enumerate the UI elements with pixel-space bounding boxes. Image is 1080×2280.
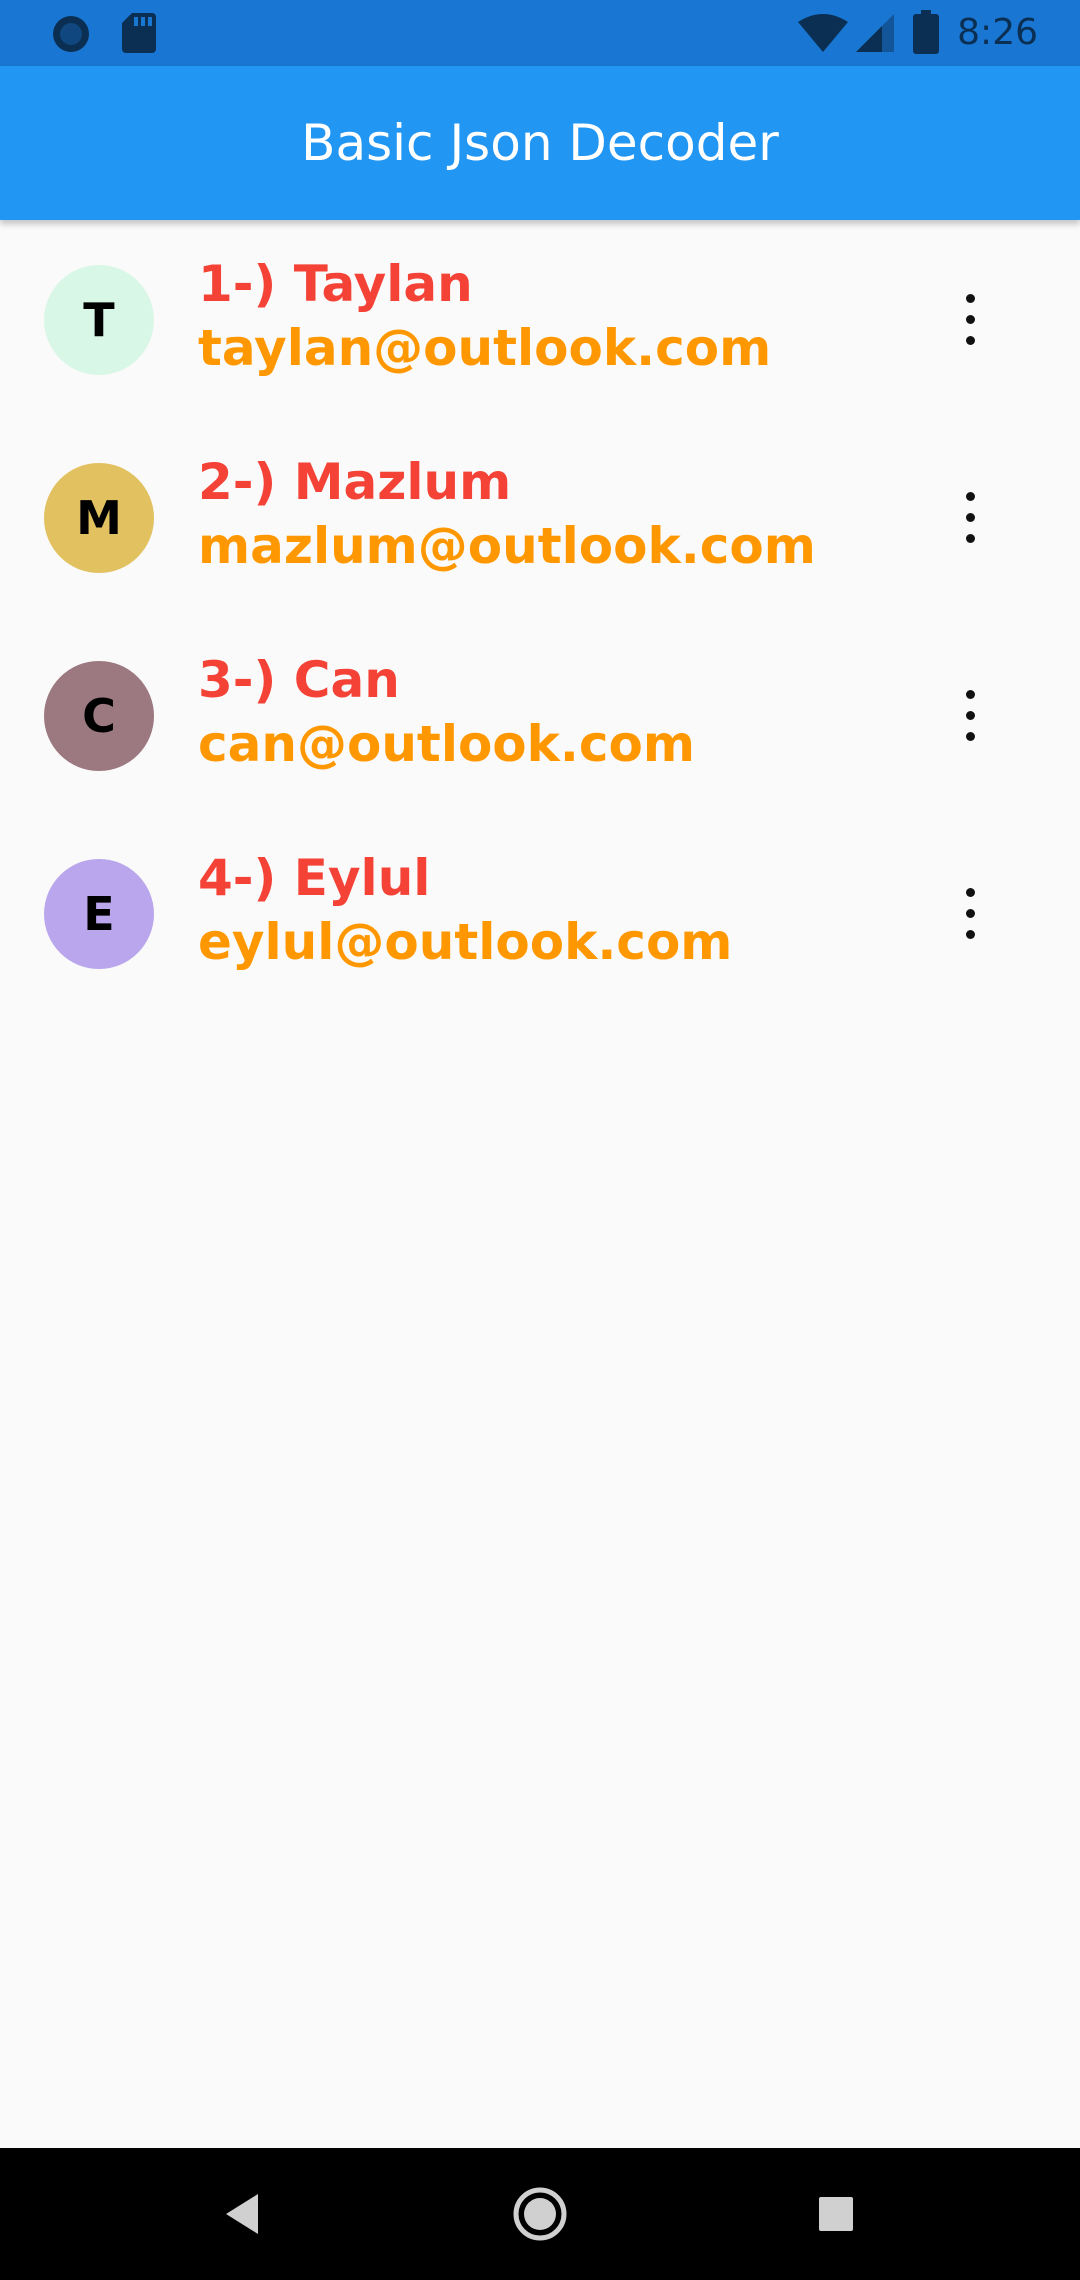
- list-item[interactable]: C 3-) Can can@outlook.com: [0, 616, 1080, 814]
- user-email: mazlum@outlook.com: [198, 517, 816, 575]
- user-email: taylan@outlook.com: [198, 319, 772, 377]
- more-vert-icon[interactable]: [940, 478, 1000, 558]
- list-item[interactable]: E 4-) Eylul eylul@outlook.com: [0, 814, 1080, 1012]
- avatar: C: [44, 661, 154, 771]
- user-title: 2-) Mazlum: [198, 453, 512, 511]
- user-title: 4-) Eylul: [198, 849, 431, 907]
- back-icon[interactable]: [206, 2178, 278, 2250]
- status-time: 8:26: [957, 12, 1038, 53]
- more-vert-icon[interactable]: [940, 874, 1000, 954]
- recents-icon[interactable]: [800, 2178, 872, 2250]
- app-bar: Basic Json Decoder: [0, 66, 1080, 220]
- battery-icon: [913, 10, 939, 54]
- sd-card-icon: [122, 13, 156, 53]
- user-title: 3-) Can: [198, 651, 400, 709]
- app-title: Basic Json Decoder: [301, 114, 779, 172]
- avatar: E: [44, 859, 154, 969]
- sync-icon: [53, 16, 89, 52]
- wifi-icon: [798, 14, 848, 52]
- home-icon[interactable]: [504, 2178, 576, 2250]
- navigation-bar: [0, 2148, 1080, 2280]
- user-title: 1-) Taylan: [198, 255, 473, 313]
- user-email: can@outlook.com: [198, 715, 695, 773]
- cell-signal-icon: [856, 14, 894, 52]
- status-bar: 8:26: [0, 0, 1080, 66]
- more-vert-icon[interactable]: [940, 280, 1000, 360]
- list-item[interactable]: M 2-) Mazlum mazlum@outlook.com: [0, 418, 1080, 616]
- user-email: eylul@outlook.com: [198, 913, 733, 971]
- avatar: M: [44, 463, 154, 573]
- more-vert-icon[interactable]: [940, 676, 1000, 756]
- avatar: T: [44, 265, 154, 375]
- list-item[interactable]: T 1-) Taylan taylan@outlook.com: [0, 220, 1080, 418]
- user-list: T 1-) Taylan taylan@outlook.com M 2-) Ma…: [0, 220, 1080, 1012]
